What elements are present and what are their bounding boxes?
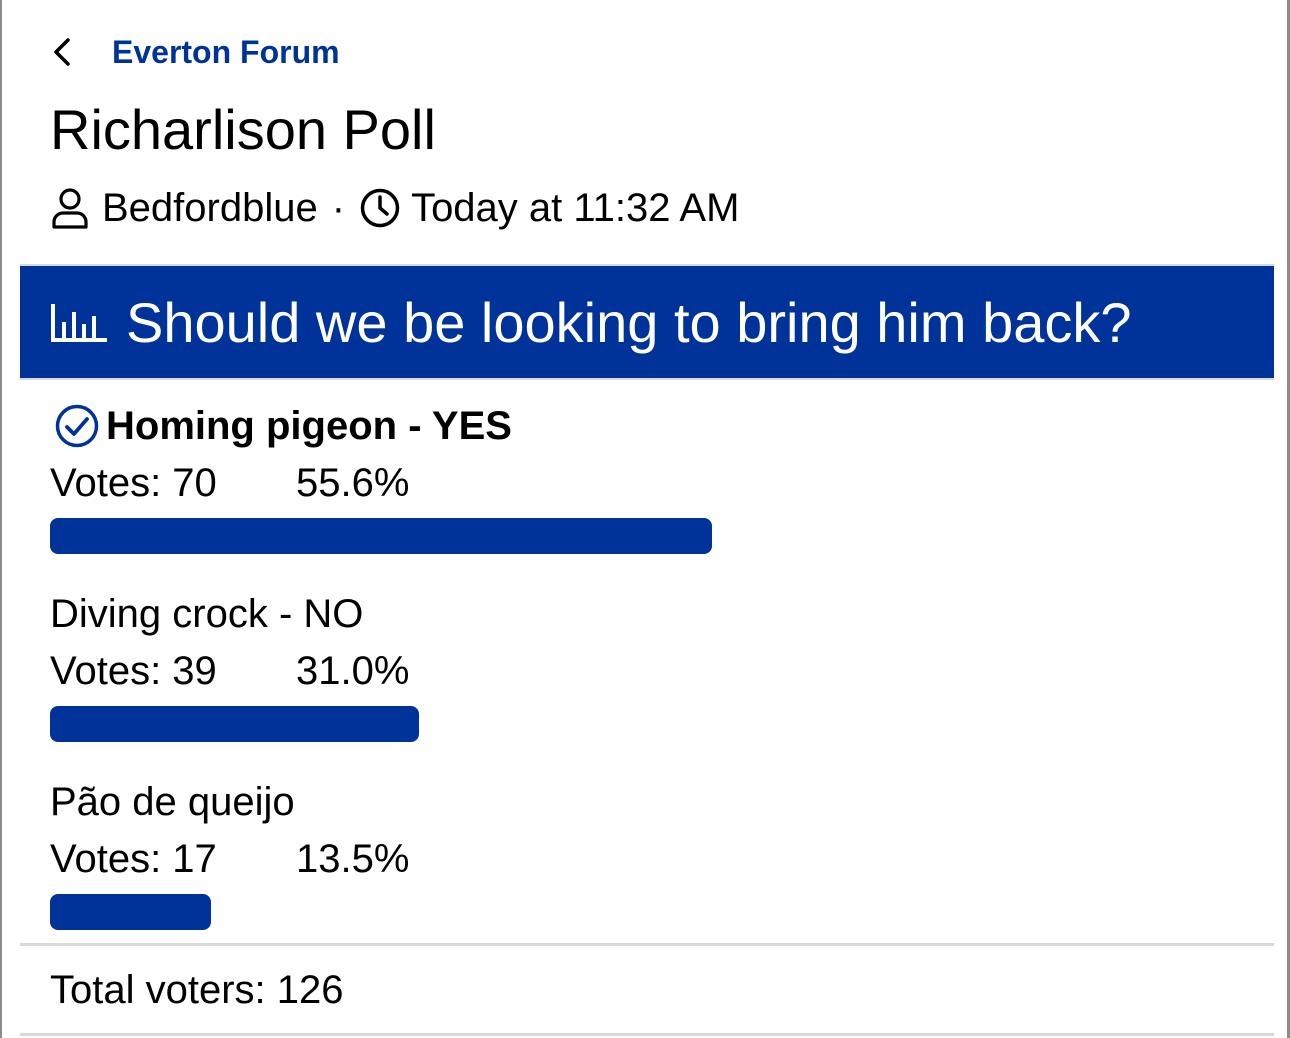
breadcrumb: Everton Forum xyxy=(50,28,340,76)
poll-option-bar xyxy=(50,518,1240,554)
user-icon xyxy=(50,187,90,229)
clock-icon xyxy=(359,187,401,229)
poll-option-stats: Votes: 17 13.5% xyxy=(50,830,1050,888)
breadcrumb-forum-link[interactable]: Everton Forum xyxy=(112,34,340,71)
poll-option-percent: 13.5% xyxy=(296,836,410,881)
poll-page: Everton Forum Richarlison Poll Bedfordbl… xyxy=(0,0,1290,1038)
poll-option-votes: Votes: 39 xyxy=(50,648,217,693)
poll-option-votes: Votes: 17 xyxy=(50,836,217,881)
poll-option-bar-fill xyxy=(50,706,419,742)
poll-option-percent: 55.6% xyxy=(296,460,410,505)
poll-option-label: Pão de queijo xyxy=(50,779,295,824)
bar-chart-icon xyxy=(48,298,110,346)
poll-option-bar xyxy=(50,894,1240,930)
poll-option-stats: Votes: 39 31.0% xyxy=(50,642,1050,700)
meta-separator: · xyxy=(331,185,346,230)
poll-option-percent: 31.0% xyxy=(296,648,410,693)
page-title: Richarlison Poll xyxy=(50,98,436,161)
poll-option-label: Homing pigeon - YES xyxy=(106,403,512,448)
chevron-left-icon[interactable] xyxy=(50,28,90,76)
author-link[interactable]: Bedfordblue xyxy=(102,186,318,231)
poll-option-votes: Votes: 70 xyxy=(50,460,217,505)
poll-option-bar xyxy=(50,706,1240,742)
poll-option-no: Diving crock - NO Votes: 39 31.0% xyxy=(50,586,1050,742)
poll-option-bar-fill xyxy=(50,894,211,930)
poll-option-title: Pão de queijo xyxy=(50,774,1050,830)
divider xyxy=(20,1033,1274,1036)
poll-option-title: Homing pigeon - YES xyxy=(50,398,1050,454)
thread-meta: Bedfordblue · Today at 11:32 AM xyxy=(50,182,739,234)
poll-option-title: Diving crock - NO xyxy=(50,586,1050,642)
poll-option-bar-fill xyxy=(50,518,712,554)
total-voters: Total voters: 126 xyxy=(50,967,344,1012)
check-circle-icon xyxy=(54,403,100,449)
poll-option-label: Diving crock - NO xyxy=(50,591,364,636)
poll-option-yes: Homing pigeon - YES Votes: 70 55.6% xyxy=(50,398,1050,554)
divider xyxy=(20,943,1274,946)
post-timestamp[interactable]: Today at 11:32 AM xyxy=(411,186,739,231)
poll-option-pao-de-queijo: Pão de queijo Votes: 17 13.5% xyxy=(50,774,1050,930)
poll-option-stats: Votes: 70 55.6% xyxy=(50,454,1050,512)
poll-question: Should we be looking to bring him back? xyxy=(126,290,1132,354)
poll-header: Should we be looking to bring him back? xyxy=(20,266,1274,378)
